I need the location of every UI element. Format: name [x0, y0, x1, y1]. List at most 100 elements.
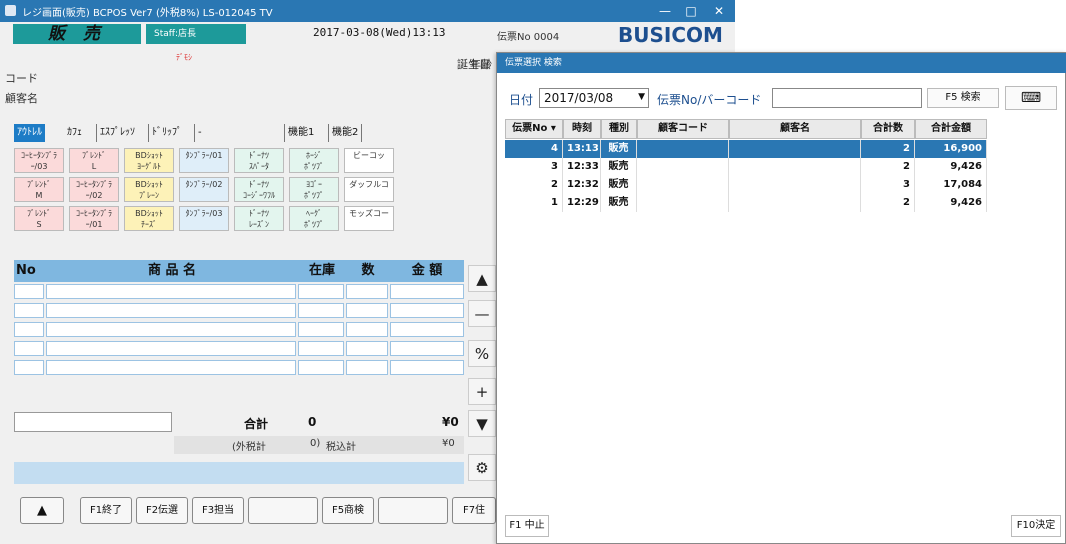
- tab-drip[interactable]: ﾄﾞﾘｯﾌﾟ: [148, 124, 185, 142]
- product-key[interactable]: BDｼｮｯﾄ ﾖｰｸﾞﾙﾄ: [124, 148, 174, 173]
- product-key[interactable]: ﾖｺﾞｰ ﾎﾟﾂﾌﾟ: [289, 177, 339, 202]
- f7-button[interactable]: F7住: [452, 497, 496, 524]
- table-cell: [298, 303, 344, 318]
- slip-col-header[interactable]: 合計数: [861, 119, 915, 139]
- staff-label[interactable]: Staff:店長: [146, 24, 246, 44]
- app-icon: [5, 5, 16, 16]
- product-key[interactable]: ｺｰﾋｰﾀﾝﾌﾞﾗｰ/02 M: [69, 177, 119, 202]
- f5-product-search-button[interactable]: F5商検: [322, 497, 374, 524]
- percent-button[interactable]: %: [468, 340, 496, 367]
- cancel-button[interactable]: F1 中止: [505, 515, 549, 537]
- confirm-button[interactable]: F10決定: [1011, 515, 1061, 537]
- f2-slip-select-button[interactable]: F2伝選: [136, 497, 188, 524]
- f4-button[interactable]: [248, 497, 318, 524]
- product-key[interactable]: BDｼｮｯﾄ ﾌﾟﾚｰﾝ: [124, 177, 174, 202]
- slip-cell: 12:32: [563, 176, 601, 194]
- product-key[interactable]: ダッフルコ: [344, 177, 394, 202]
- page-up-button[interactable]: ▲: [20, 497, 64, 524]
- table-row[interactable]: [14, 322, 464, 339]
- table-cell: [46, 284, 296, 299]
- scroll-down-button[interactable]: ▼: [468, 410, 496, 437]
- slip-cell: [637, 158, 729, 176]
- product-key[interactable]: ﾌﾞﾚﾝﾄﾞ S: [14, 206, 64, 231]
- plus-button[interactable]: +: [468, 378, 496, 405]
- minus-button[interactable]: —: [468, 300, 496, 327]
- slip-col-header[interactable]: 顧客コード: [637, 119, 729, 139]
- maximize-button[interactable]: □: [678, 2, 704, 20]
- slip-row[interactable]: 2 12:32 販売 3 17,084: [505, 176, 1041, 194]
- table-cell: [46, 322, 296, 337]
- item-table: No 商 品 名 在庫 数 金 額: [14, 260, 464, 410]
- tab-function2[interactable]: 機能2: [328, 124, 363, 142]
- product-key[interactable]: ﾎｰｼﾞ ﾎﾟﾂﾌﾟ: [289, 148, 339, 173]
- tab-espresso[interactable]: ｴｽﾌﾟﾚｯｿ: [96, 124, 138, 142]
- product-key[interactable]: ﾀﾝﾌﾞﾗｰ/03: [179, 206, 229, 231]
- table-cell: [14, 360, 44, 375]
- slip-cell: 12:33: [563, 158, 601, 176]
- slip-cell: 2: [505, 176, 563, 194]
- product-key[interactable]: ﾄﾞｰﾅﾂ ｺｰｼﾞｰﾜﾌﾙ: [234, 177, 284, 202]
- product-key[interactable]: BDｼｮｯﾄ ﾁｰｽﾞ: [124, 206, 174, 231]
- table-row[interactable]: [14, 360, 464, 377]
- product-key[interactable]: ﾀﾝﾌﾞﾗｰ/01: [179, 148, 229, 173]
- slip-col-header[interactable]: 種別: [601, 119, 637, 139]
- slip-cell: 2: [861, 140, 915, 158]
- code-label: コード: [5, 72, 38, 85]
- close-button[interactable]: ✕: [706, 2, 732, 20]
- tax-inclusive-value: ¥0: [442, 438, 455, 449]
- slip-row[interactable]: 3 12:33 販売 2 9,426: [505, 158, 1041, 176]
- slip-col-header[interactable]: 時刻: [563, 119, 601, 139]
- slip-row[interactable]: 1 12:29 販売 2 9,426: [505, 194, 1041, 212]
- slip-col-header[interactable]: 顧客名: [729, 119, 861, 139]
- table-cell: [298, 322, 344, 337]
- age-label: 年齢: [470, 58, 492, 71]
- tab-outlet[interactable]: ｱｳﾄﾚﾙ: [14, 124, 45, 142]
- customer-name-label: 顧客名: [5, 92, 38, 105]
- table-row[interactable]: [14, 303, 464, 320]
- table-cell: [390, 322, 464, 337]
- f6-button[interactable]: [378, 497, 448, 524]
- slip-cell: [729, 194, 861, 212]
- f1-exit-button[interactable]: F1終了: [80, 497, 132, 524]
- product-key[interactable]: ｺｰﾋｰﾀﾝﾌﾞﾗｰ/01 S: [69, 206, 119, 231]
- table-cell: [298, 284, 344, 299]
- product-key[interactable]: モッズコー: [344, 206, 394, 231]
- table-cell: [14, 284, 44, 299]
- col-header-amount: 金 額: [390, 260, 464, 282]
- product-key[interactable]: ﾀﾝﾌﾞﾗｰ/02: [179, 177, 229, 202]
- col-header-qty: 数: [346, 260, 390, 282]
- slip-col-header[interactable]: 伝票No ▾: [505, 119, 563, 139]
- minimize-button[interactable]: —: [652, 2, 678, 20]
- slip-col-header[interactable]: 合計金額: [915, 119, 987, 139]
- product-key[interactable]: ﾍｰｸﾞ ﾎﾟﾂﾌﾟ: [289, 206, 339, 231]
- col-header-stock: 在庫: [298, 260, 346, 282]
- tab-blank[interactable]: -: [194, 124, 205, 142]
- tab-cafe[interactable]: ｶﾌｪ: [64, 124, 85, 142]
- date-value: 2017/03/08: [544, 91, 614, 105]
- product-key[interactable]: ﾌﾞﾚﾝﾄﾞ L: [69, 148, 119, 173]
- slip-cell: [729, 176, 861, 194]
- product-key[interactable]: ビーコッ: [344, 148, 394, 173]
- tax-inclusive-label: 税込計: [326, 442, 356, 453]
- product-key[interactable]: ｺｰﾋｰﾀﾝﾌﾞﾗｰ/03 L: [14, 148, 64, 173]
- tab-function1[interactable]: 機能1: [284, 124, 317, 142]
- tax-exclusive-label: (外税計: [232, 442, 266, 453]
- table-row[interactable]: [14, 341, 464, 358]
- search-button[interactable]: F5 検索: [927, 88, 999, 108]
- product-key[interactable]: ﾄﾞｰﾅﾂ ｽﾊﾟｰﾀ: [234, 148, 284, 173]
- table-cell: [46, 303, 296, 318]
- keyboard-icon[interactable]: ⌨: [1005, 86, 1057, 110]
- barcode-input[interactable]: [772, 88, 922, 108]
- gear-icon[interactable]: ⚙: [468, 454, 496, 481]
- slip-row[interactable]: 4 13:13 販売 2 16,900: [505, 140, 1041, 158]
- product-key[interactable]: ﾄﾞｰﾅﾂ ﾚｰｽﾞﾝ: [234, 206, 284, 231]
- table-cell: [14, 303, 44, 318]
- scroll-up-button[interactable]: ▲: [468, 265, 496, 292]
- input-display[interactable]: [14, 412, 172, 432]
- product-key[interactable]: ﾌﾞﾚﾝﾄﾞ M: [14, 177, 64, 202]
- total-label: 合計: [244, 417, 269, 431]
- f3-staff-button[interactable]: F3担当: [192, 497, 244, 524]
- date-select[interactable]: 2017/03/08 ▼: [539, 88, 649, 108]
- table-cell: [346, 322, 388, 337]
- table-row[interactable]: [14, 284, 464, 301]
